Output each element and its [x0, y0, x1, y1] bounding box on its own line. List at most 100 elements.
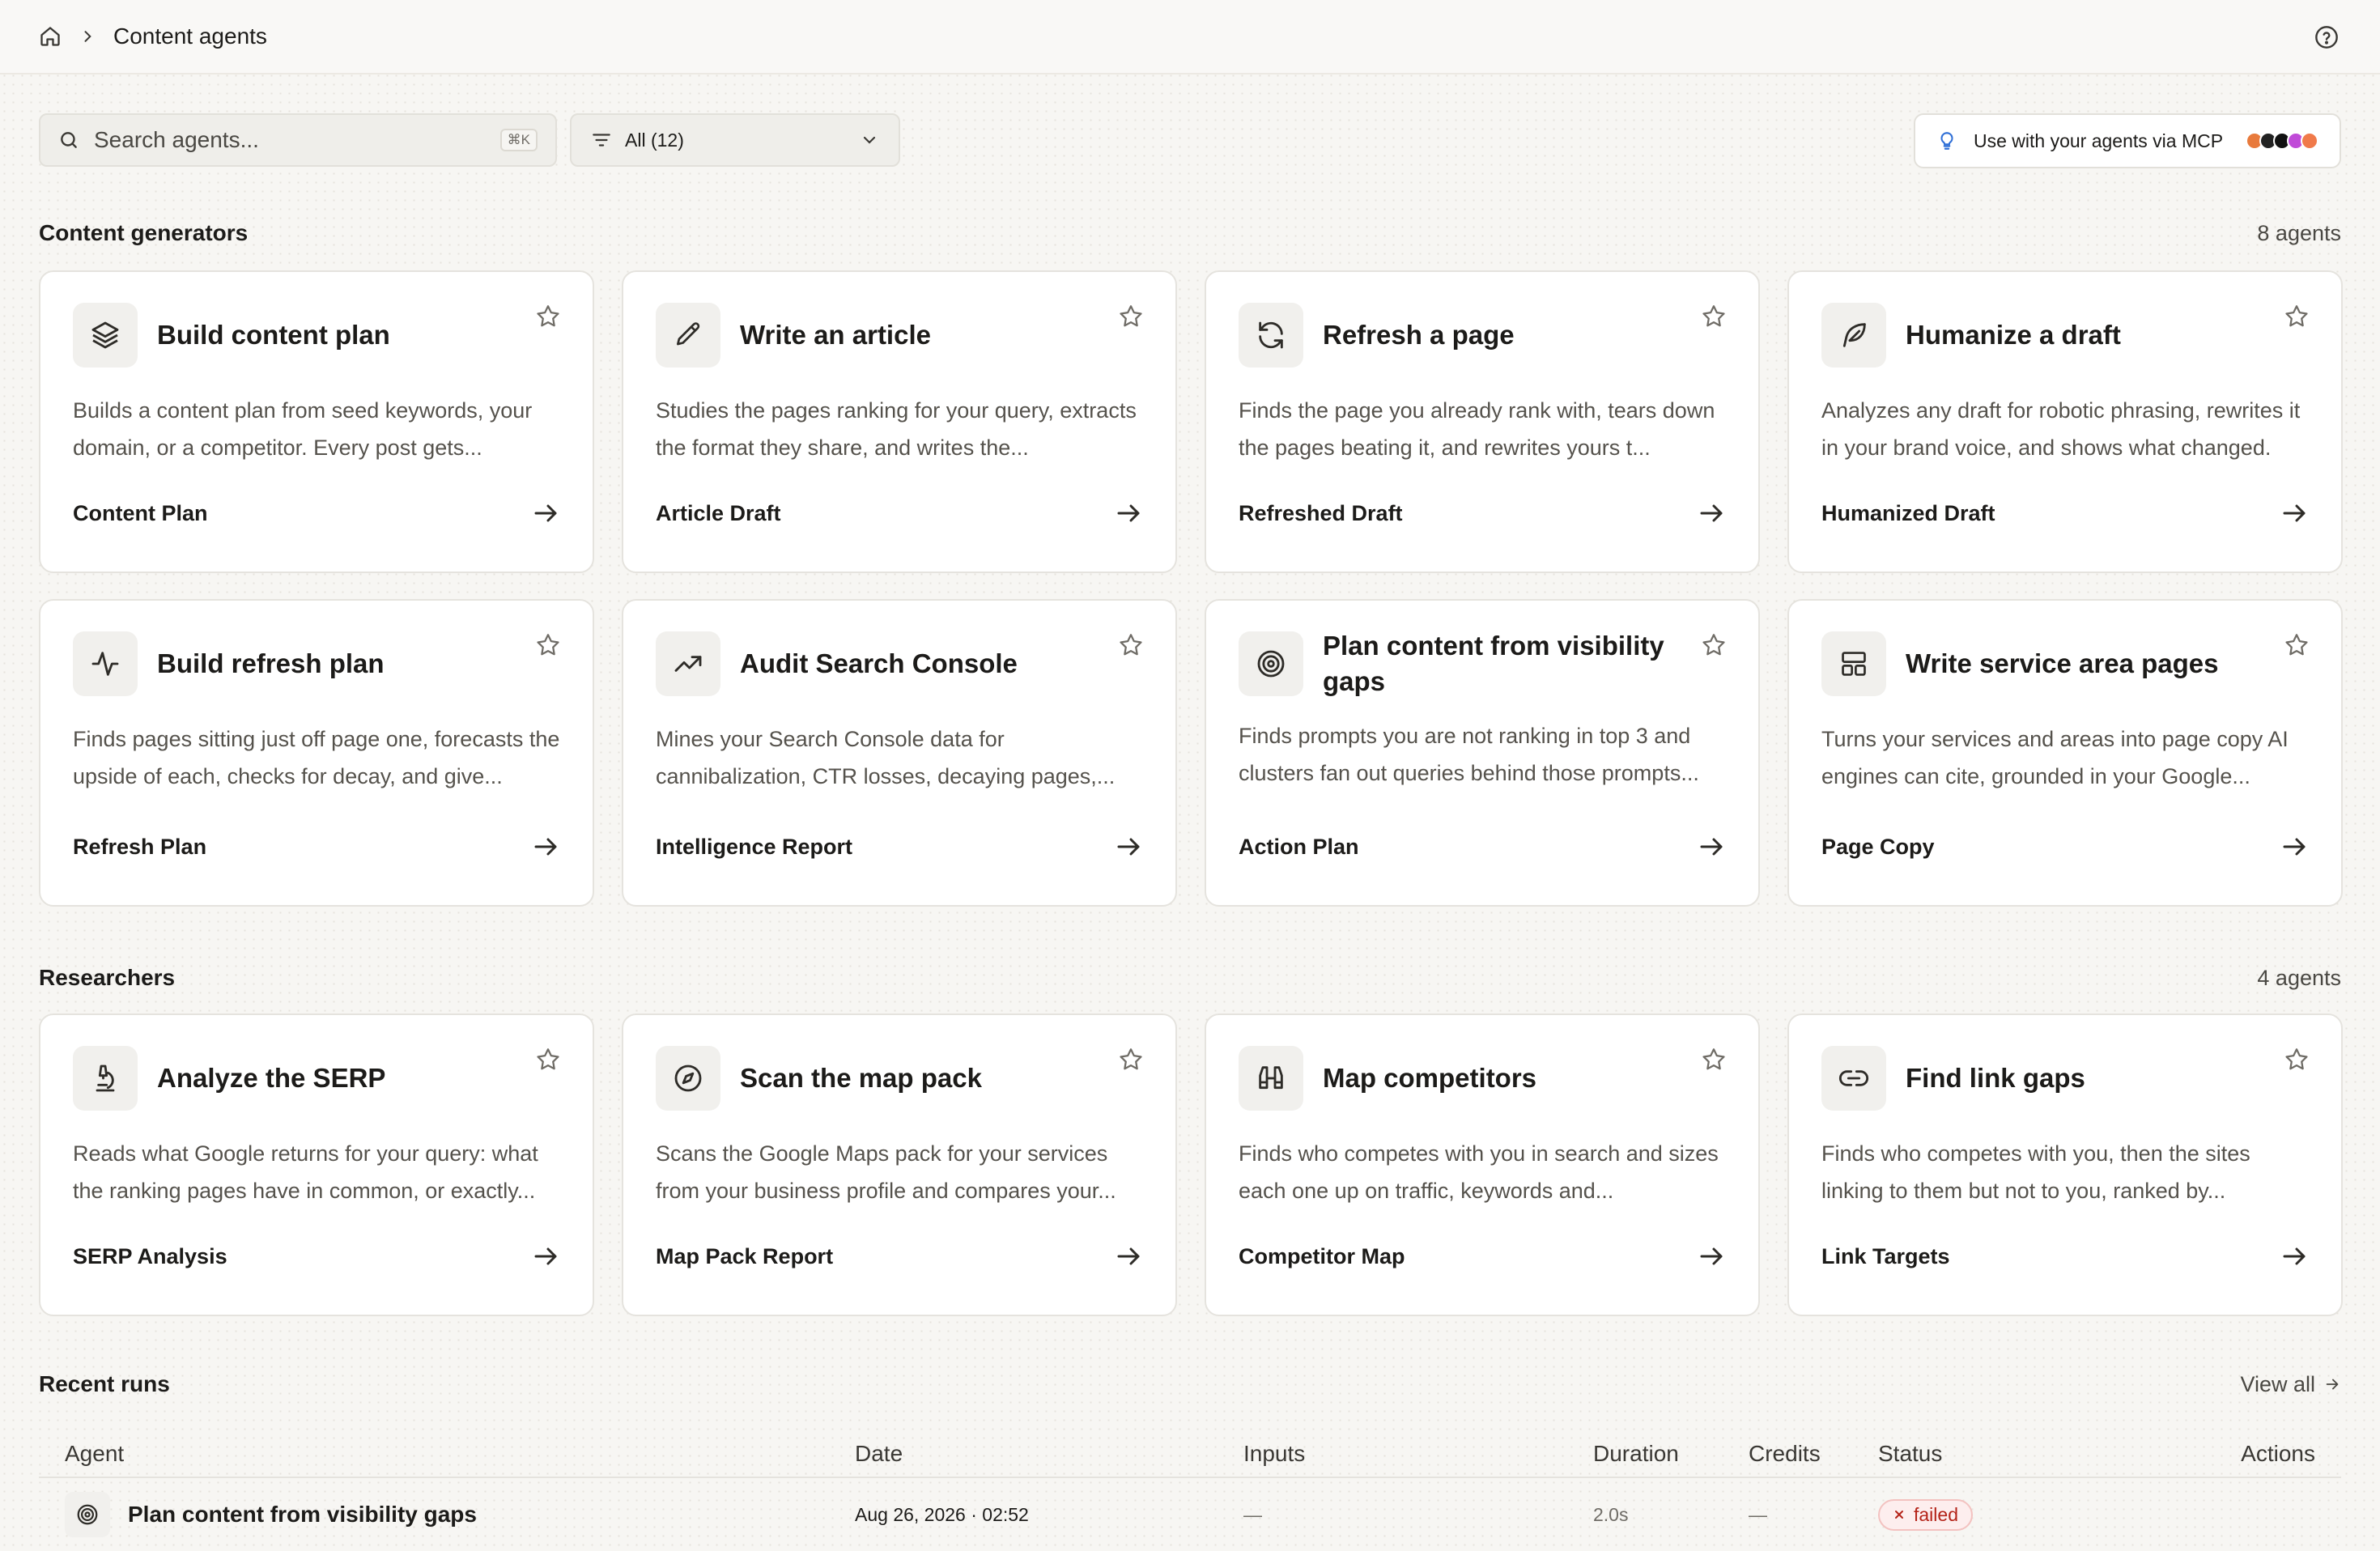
- card-title: Build content plan: [157, 320, 390, 350]
- help-icon[interactable]: [2314, 24, 2340, 50]
- agent-card-build-refresh-plan[interactable]: Build refresh plan Finds pages sitting j…: [39, 599, 594, 907]
- section-header-content-generators: Content generators 8 agents: [39, 217, 2341, 249]
- search-shortcut: ⌘K: [499, 129, 538, 151]
- card-description: Finds prompts you are not ranking in top…: [1239, 724, 1699, 785]
- agent-card-analyze-the-serp[interactable]: Analyze the SERP Reads what Google retur…: [39, 1013, 594, 1316]
- search-input[interactable]: [94, 127, 500, 153]
- x-icon: [1895, 1511, 1903, 1519]
- arrow-right-icon[interactable]: [2280, 499, 2309, 528]
- card-description: Analyzes any draft for robotic phrasing,…: [1821, 398, 2301, 460]
- arrow-right-icon[interactable]: [531, 832, 560, 861]
- card-output: Refreshed Draft: [1239, 500, 1403, 525]
- agent-card-find-link-gaps[interactable]: Find link gaps Finds who competes with y…: [1787, 1013, 2343, 1316]
- section-title: Recent runs: [39, 1371, 170, 1396]
- binoculars-icon: [1259, 1066, 1283, 1090]
- star-icon[interactable]: [1117, 1046, 1145, 1073]
- agent-card-refresh-a-page[interactable]: Refresh a page Finds the page you alread…: [1205, 270, 1760, 573]
- content-generators-grid: Build content plan Builds a content plan…: [39, 270, 2343, 907]
- star-icon[interactable]: [1117, 303, 1145, 330]
- card-output: Intelligence Report: [656, 834, 853, 859]
- run-date: Aug 26, 2026 · 02:52: [855, 1503, 1029, 1525]
- table-header: Agent Date Inputs Duration Credits Statu…: [39, 1431, 2341, 1478]
- card-title: Plan content from visibility gaps: [1323, 631, 1664, 696]
- star-icon[interactable]: [2283, 303, 2310, 330]
- breadcrumb-current: Content agents: [113, 23, 267, 49]
- mcp-agent-logos: [2246, 132, 2318, 150]
- agent-card-plan-content-from-visibility-gaps[interactable]: Plan content from visibility gaps Finds …: [1205, 599, 1760, 907]
- section-header-researchers: Researchers 4 agents: [39, 962, 2341, 994]
- star-icon[interactable]: [534, 631, 562, 659]
- recent-runs-header: Recent runs View all: [39, 1368, 2341, 1400]
- card-output: Map Pack Report: [656, 1243, 834, 1268]
- search-box[interactable]: ⌘K: [39, 113, 557, 167]
- star-icon[interactable]: [1700, 303, 1728, 330]
- mcp-label: Use with your agents via MCP: [1974, 130, 2224, 151]
- column-header-agent: Agent: [65, 1441, 125, 1466]
- arrow-right-icon[interactable]: [1697, 832, 1726, 861]
- agent-card-scan-the-map-pack[interactable]: Scan the map pack Scans the Google Maps …: [622, 1013, 1177, 1316]
- recent-runs-table: Agent Date Inputs Duration Credits Statu…: [39, 1431, 2341, 1551]
- mcp-button[interactable]: Use with your agents via MCP: [1914, 113, 2341, 168]
- card-title: Scan the map pack: [740, 1063, 982, 1093]
- home-icon[interactable]: [39, 25, 62, 48]
- target-icon: [1257, 650, 1285, 678]
- card-title: Refresh a page: [1323, 320, 1515, 350]
- arrow-right-icon[interactable]: [1114, 499, 1143, 528]
- agent-card-write-service-area-pages[interactable]: Write service area pages Turns your serv…: [1787, 599, 2343, 907]
- filter-dropdown[interactable]: All (12): [570, 113, 900, 167]
- card-description: Mines your Search Console data for canni…: [656, 727, 1116, 788]
- agent-card-audit-search-console[interactable]: Audit Search Console Mines your Search C…: [622, 599, 1177, 907]
- card-output: Humanized Draft: [1821, 500, 1995, 525]
- agent-logo-icon: [2301, 132, 2318, 150]
- arrow-right-icon[interactable]: [1114, 1242, 1143, 1271]
- agent-card-build-content-plan[interactable]: Build content plan Builds a content plan…: [39, 270, 594, 573]
- arrow-right-icon[interactable]: [531, 1242, 560, 1271]
- researchers-grid: Analyze the SERP Reads what Google retur…: [39, 1013, 2343, 1316]
- arrow-right-icon[interactable]: [2280, 832, 2309, 861]
- breadcrumb: Content agents: [39, 23, 267, 49]
- view-all-link[interactable]: View all: [2240, 1372, 2341, 1397]
- top-bar: Content agents: [0, 0, 2380, 74]
- arrow-right-icon[interactable]: [1114, 832, 1143, 861]
- card-output: Page Copy: [1821, 834, 1935, 859]
- card-output: Action Plan: [1239, 834, 1359, 859]
- microscope-icon: [96, 1064, 115, 1092]
- agent-card-humanize-a-draft[interactable]: Humanize a draft Analyzes any draft for …: [1787, 270, 2343, 573]
- column-header-credits: Credits: [1749, 1441, 1821, 1466]
- star-icon[interactable]: [1700, 1046, 1728, 1073]
- card-description: Studies the pages ranking for your query…: [656, 398, 1137, 460]
- star-icon[interactable]: [534, 1046, 562, 1073]
- column-header-inputs: Inputs: [1243, 1441, 1306, 1466]
- arrow-right-icon[interactable]: [2280, 1242, 2309, 1271]
- arrow-right-icon[interactable]: [1697, 1242, 1726, 1271]
- card-output: Competitor Map: [1239, 1243, 1405, 1268]
- section-count: 8 agents: [2257, 220, 2341, 245]
- link-icon: [1839, 1070, 1868, 1086]
- column-header-status: Status: [1878, 1441, 1943, 1466]
- card-description: Finds who competes with you, then the si…: [1821, 1141, 2250, 1203]
- arrow-right-icon: [2326, 1379, 2339, 1390]
- agent-card-write-an-article[interactable]: Write an article Studies the pages ranki…: [622, 270, 1177, 573]
- star-icon[interactable]: [2283, 631, 2310, 659]
- layout-icon: [1842, 652, 1866, 676]
- card-title: Build refresh plan: [157, 648, 385, 678]
- star-icon[interactable]: [1700, 631, 1728, 659]
- card-output: SERP Analysis: [73, 1243, 227, 1268]
- star-icon[interactable]: [2283, 1046, 2310, 1073]
- card-description: Finds pages sitting just off page one, f…: [73, 727, 560, 788]
- arrow-right-icon[interactable]: [1697, 499, 1726, 528]
- column-header-actions: Actions: [2241, 1441, 2315, 1466]
- run-inputs: —: [1243, 1503, 1262, 1525]
- card-description: Reads what Google returns for your query…: [73, 1141, 538, 1203]
- agent-card-map-competitors[interactable]: Map competitors Finds who competes with …: [1205, 1013, 1760, 1316]
- card-title: Write an article: [740, 320, 931, 350]
- toolbar: ⌘K All (12) Use with your agents via MCP: [39, 113, 2341, 168]
- star-icon[interactable]: [1117, 631, 1145, 659]
- card-description: Builds a content plan from seed keywords…: [73, 398, 533, 460]
- layers-icon: [91, 321, 119, 349]
- star-icon[interactable]: [534, 303, 562, 330]
- table-row[interactable]: Plan content from visibility gaps Aug 26…: [39, 1478, 2341, 1551]
- pencil-icon: [676, 322, 700, 346]
- arrow-right-icon[interactable]: [531, 499, 560, 528]
- chevron-right-icon: [84, 31, 91, 42]
